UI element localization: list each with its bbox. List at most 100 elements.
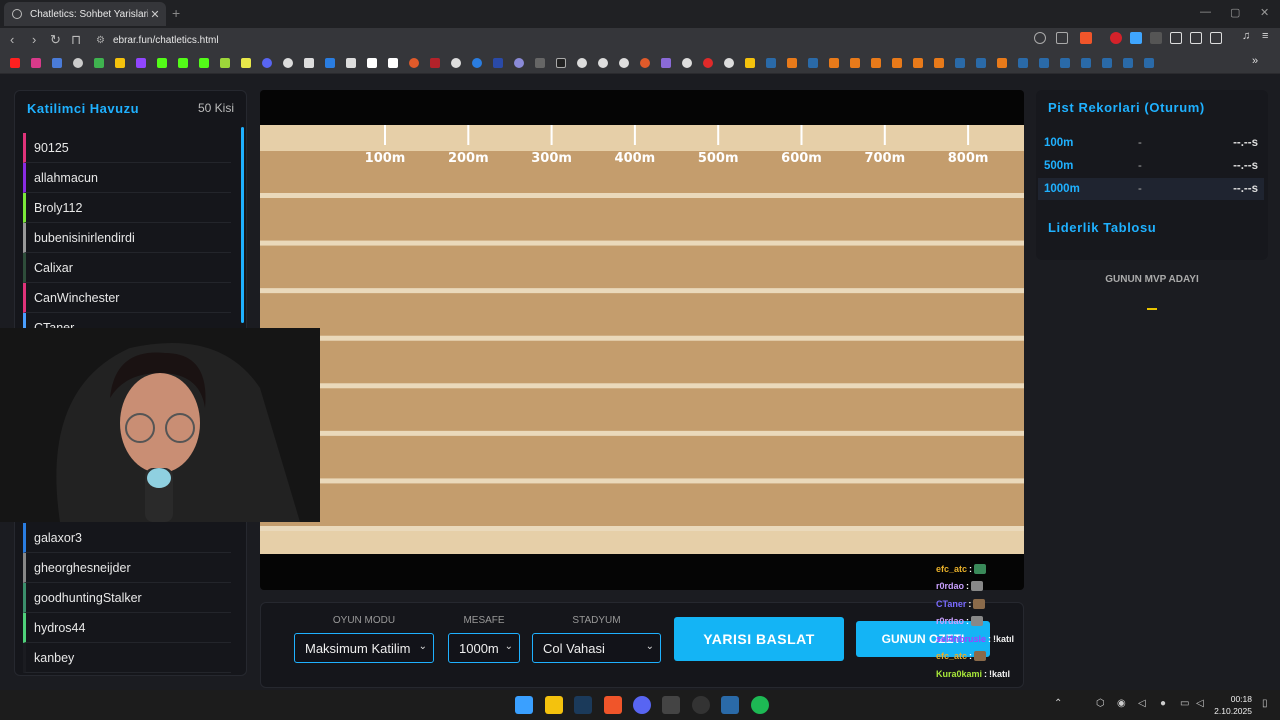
wallet-icon[interactable]	[1210, 32, 1222, 44]
obs-icon[interactable]	[692, 696, 710, 714]
system-clock[interactable]: 00:18 2.10.2025	[1214, 693, 1252, 717]
participant-item[interactable]: kanbey	[23, 643, 231, 673]
participant-item[interactable]: galaxor3	[23, 523, 231, 553]
bookmark-icon[interactable]	[598, 58, 608, 68]
twitch-bookmark-icon[interactable]	[136, 58, 146, 68]
bookmark-icon[interactable]	[52, 58, 62, 68]
bookmark-icon[interactable]	[514, 58, 524, 68]
bookmark-icon[interactable]	[640, 58, 650, 68]
back-icon[interactable]: ‹	[10, 32, 14, 47]
participant-item[interactable]: Broly112	[23, 193, 231, 223]
bookmark-icon[interactable]	[892, 58, 902, 68]
brave-icon[interactable]	[604, 696, 622, 714]
app-icon[interactable]	[721, 696, 739, 714]
volume-icon[interactable]: ◁	[1196, 698, 1204, 709]
sidebar-icon[interactable]	[1170, 32, 1182, 44]
menu-icon[interactable]: ≡	[1262, 30, 1274, 42]
steam-bookmark-icon[interactable]	[1144, 58, 1154, 68]
app-icon[interactable]	[662, 696, 680, 714]
extension-icon[interactable]	[1150, 32, 1162, 44]
x-bookmark-icon[interactable]	[304, 58, 314, 68]
steam-bookmark-icon[interactable]	[1018, 58, 1028, 68]
kick-bookmark-icon[interactable]	[178, 58, 188, 68]
zoom-icon[interactable]	[1034, 32, 1046, 44]
browser-tab[interactable]: Chatletics: Sohbet Yarislari ✕	[4, 2, 166, 26]
bookmark-icon[interactable]	[325, 58, 335, 68]
bookmark-icon[interactable]	[577, 58, 587, 68]
participant-item[interactable]: 90125	[23, 133, 231, 163]
participant-item[interactable]: bubenisinirlendirdi	[23, 223, 231, 253]
mode-select[interactable]: Maksimum Katilim ⌄	[294, 633, 434, 663]
new-tab-icon[interactable]: +	[172, 5, 180, 21]
participant-item[interactable]: goodhuntingStalker	[23, 583, 231, 613]
start-race-button[interactable]: YARISI BASLAT	[674, 617, 844, 661]
bookmark-icon[interactable]	[787, 58, 797, 68]
bookmark-icon[interactable]	[430, 58, 440, 68]
bookmark-icon[interactable]	[682, 58, 692, 68]
bookmark-icon[interactable]	[472, 58, 482, 68]
participant-item[interactable]: CanWinchester	[23, 283, 231, 313]
maximize-icon[interactable]: ▢	[1230, 6, 1240, 19]
kick-bookmark-icon[interactable]	[157, 58, 167, 68]
network-icon[interactable]: ▭	[1180, 698, 1189, 709]
extensions-puzzle-icon[interactable]	[1190, 32, 1202, 44]
bookmark-icon[interactable]	[724, 58, 734, 68]
steam-bookmark-icon[interactable]	[976, 58, 986, 68]
share-icon[interactable]	[1056, 32, 1068, 44]
steam-bookmark-icon[interactable]	[955, 58, 965, 68]
forward-icon[interactable]: ›	[32, 32, 36, 47]
bookmark-icon[interactable]	[367, 58, 377, 68]
bookmark-icon[interactable]	[451, 58, 461, 68]
steam-bookmark-icon[interactable]	[766, 58, 776, 68]
microphone-icon[interactable]: ●	[1160, 698, 1166, 709]
bookmark-icon[interactable]	[871, 58, 881, 68]
more-bookmarks-icon[interactable]: »	[1252, 55, 1258, 67]
bookmark-icon[interactable]	[388, 58, 398, 68]
speaker-icon[interactable]: ◁	[1138, 698, 1146, 709]
ublock-icon[interactable]	[1110, 32, 1122, 44]
steam-icon[interactable]	[574, 696, 592, 714]
tray-app-icon[interactable]: ⬡	[1096, 698, 1105, 709]
close-tab-icon[interactable]: ✕	[148, 8, 162, 21]
youtube-bookmark-icon[interactable]	[10, 58, 20, 68]
bookmark-icon[interactable]	[556, 58, 566, 68]
bookmark-icon[interactable]	[94, 58, 104, 68]
steam-bookmark-icon[interactable]	[1060, 58, 1070, 68]
steam-bookmark-icon[interactable]	[1123, 58, 1133, 68]
minimize-icon[interactable]: —	[1200, 6, 1211, 18]
tray-overflow-icon[interactable]: ⌃	[1054, 698, 1062, 709]
bookmark-icon[interactable]	[73, 58, 83, 68]
reload-icon[interactable]: ↻	[50, 32, 61, 48]
bookmark-icon[interactable]	[283, 58, 293, 68]
bookmark-icon[interactable]	[619, 58, 629, 68]
bookmark-icon[interactable]: ⊓	[71, 32, 81, 48]
media-icon[interactable]: ♫	[1242, 30, 1254, 42]
bookmark-icon[interactable]	[262, 58, 272, 68]
bookmark-icon[interactable]	[535, 58, 545, 68]
distance-select[interactable]: 1000m ⌄	[448, 633, 520, 663]
bookmark-icon[interactable]	[241, 58, 251, 68]
bookmark-icon[interactable]	[220, 58, 230, 68]
bookmark-icon[interactable]	[829, 58, 839, 68]
steam-bookmark-icon[interactable]	[808, 58, 818, 68]
bookmark-icon[interactable]	[661, 58, 671, 68]
steam-bookmark-icon[interactable]	[1102, 58, 1112, 68]
file-explorer-icon[interactable]	[545, 696, 563, 714]
pool-scrollbar[interactable]	[241, 127, 244, 323]
brave-shield-icon[interactable]	[1080, 32, 1092, 44]
site-settings-icon[interactable]: ⚙	[96, 35, 105, 46]
bookmark-icon[interactable]	[493, 58, 503, 68]
folder-icon[interactable]	[745, 58, 755, 68]
bookmark-icon[interactable]	[409, 58, 419, 68]
extension-icon[interactable]	[1130, 32, 1142, 44]
bookmark-icon[interactable]	[850, 58, 860, 68]
bookmark-icon[interactable]	[115, 58, 125, 68]
steam-tray-icon[interactable]: ◉	[1117, 698, 1126, 709]
bookmark-icon[interactable]	[703, 58, 713, 68]
spotify-icon[interactable]	[751, 696, 769, 714]
participant-item[interactable]: Calixar	[23, 253, 231, 283]
notification-icon[interactable]: ▯	[1262, 698, 1268, 709]
windows-start-icon[interactable]	[515, 696, 533, 714]
bookmark-icon[interactable]	[346, 58, 356, 68]
participant-item[interactable]: gheorghesneijder	[23, 553, 231, 583]
